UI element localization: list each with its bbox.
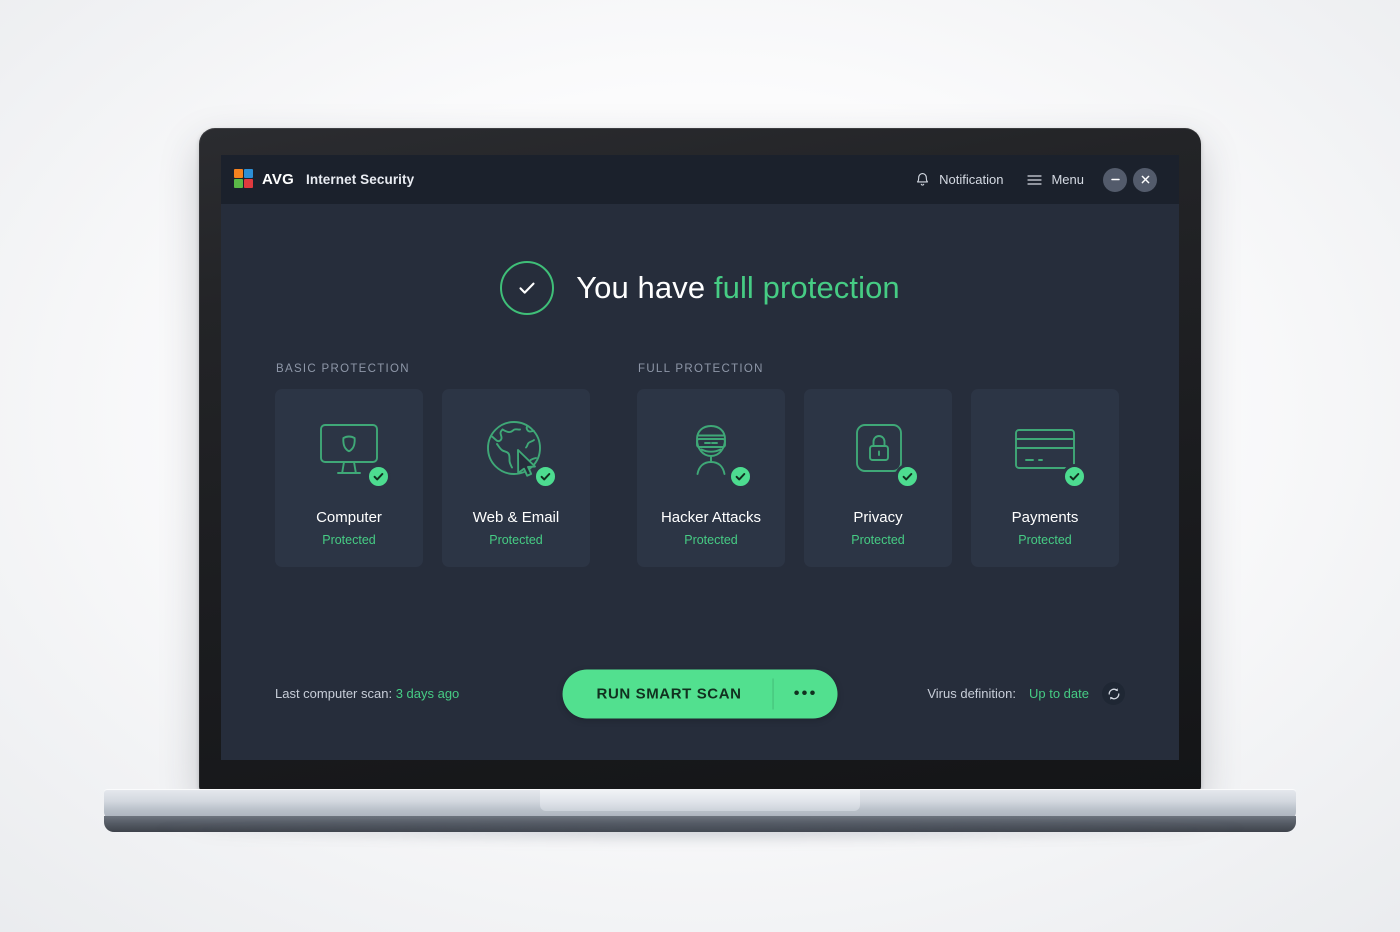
check-icon bbox=[373, 473, 384, 481]
protection-sections: BASIC PROTECTION Computer Protected Web … bbox=[275, 363, 1125, 567]
tile-payments[interactable]: Payments Protected bbox=[971, 389, 1119, 567]
page-title: You have full protection bbox=[576, 270, 900, 306]
last-scan-value: 3 days ago bbox=[395, 686, 460, 701]
protection-status-header: You have full protection bbox=[275, 261, 1125, 315]
protected-badge bbox=[728, 464, 753, 489]
globe-cursor-icon bbox=[477, 415, 558, 489]
refresh-button[interactable] bbox=[1102, 682, 1125, 705]
section-full-protection: FULL PROTECTION Hacker Attacks Protected… bbox=[637, 363, 1119, 567]
minimize-button[interactable] bbox=[1103, 167, 1127, 192]
tile-label: Computer bbox=[316, 509, 382, 526]
tile-privacy[interactable]: Privacy Protected bbox=[804, 389, 952, 567]
tile-label: Hacker Attacks bbox=[660, 509, 762, 526]
main-content: You have full protection BASIC PROTECTIO… bbox=[221, 204, 1179, 760]
checkmark-icon bbox=[519, 282, 535, 294]
product-name: Internet Security bbox=[306, 172, 415, 187]
padlock-square-icon bbox=[839, 415, 920, 489]
tile-row-basic: Computer Protected Web & Email Protected bbox=[275, 389, 590, 567]
laptop-shadow bbox=[150, 826, 1250, 844]
brand: AVG Internet Security bbox=[234, 169, 415, 189]
scan-more-options-button[interactable]: ••• bbox=[774, 669, 838, 718]
status-title-highlight: full protection bbox=[713, 270, 900, 305]
menu-label: Menu bbox=[1051, 172, 1084, 187]
protected-badge bbox=[1062, 464, 1087, 489]
laptop-base-notch bbox=[540, 789, 860, 811]
tile-label: Payments bbox=[1011, 509, 1079, 526]
menu-button[interactable]: Menu bbox=[1015, 166, 1096, 193]
notification-label: Notification bbox=[939, 172, 1004, 187]
section-label-basic: BASIC PROTECTION bbox=[276, 363, 410, 375]
title-bar: AVG Internet Security Notification Menu bbox=[221, 155, 1179, 204]
virus-definition-info: Virus definition: Up to date bbox=[927, 682, 1125, 705]
tile-label: Web & Email bbox=[472, 509, 560, 526]
brand-name: AVG bbox=[262, 171, 294, 188]
section-label-full: FULL PROTECTION bbox=[638, 363, 764, 375]
refresh-icon bbox=[1108, 687, 1119, 700]
check-icon bbox=[735, 473, 746, 481]
tile-computer[interactable]: Computer Protected bbox=[275, 389, 423, 567]
close-button[interactable] bbox=[1133, 167, 1157, 192]
minimize-icon bbox=[1110, 178, 1120, 181]
tile-status: Protected bbox=[322, 533, 376, 547]
bell-icon bbox=[917, 172, 929, 186]
run-smart-scan-button-group[interactable]: RUN SMART SCAN ••• bbox=[562, 669, 838, 718]
protected-badge bbox=[366, 464, 391, 489]
check-icon bbox=[902, 473, 913, 481]
last-scan-info: Last computer scan: 3 days ago bbox=[275, 686, 459, 701]
status-title-prefix: You have bbox=[576, 270, 714, 305]
laptop-screen: AVG Internet Security Notification Menu … bbox=[221, 155, 1179, 760]
tile-status: Protected bbox=[684, 533, 738, 547]
footer-bar: Last computer scan: 3 days ago RUN SMART… bbox=[275, 669, 1125, 718]
tile-hacker-attacks[interactable]: Hacker Attacks Protected bbox=[637, 389, 785, 567]
tile-status: Protected bbox=[489, 533, 543, 547]
section-basic-protection: BASIC PROTECTION Computer Protected Web … bbox=[275, 363, 590, 567]
notification-button[interactable]: Notification bbox=[903, 166, 1015, 194]
hamburger-menu-icon bbox=[1027, 174, 1043, 185]
avg-application-window: AVG Internet Security Notification Menu … bbox=[221, 155, 1179, 760]
masked-hacker-icon bbox=[672, 415, 753, 489]
last-scan-label: Last computer scan: bbox=[275, 686, 393, 701]
credit-card-icon bbox=[1006, 415, 1087, 489]
virus-definition-label: Virus definition: bbox=[927, 686, 1016, 701]
close-icon bbox=[1141, 175, 1149, 184]
check-icon bbox=[540, 473, 551, 481]
tile-label: Privacy bbox=[853, 509, 903, 526]
check-icon bbox=[1069, 473, 1080, 481]
avg-logo-icon bbox=[234, 169, 253, 188]
run-smart-scan-button[interactable]: RUN SMART SCAN bbox=[563, 669, 773, 718]
check-circle-icon bbox=[500, 261, 555, 315]
laptop-mockup: AVG Internet Security Notification Menu … bbox=[0, 0, 1400, 932]
tile-web-email[interactable]: Web & Email Protected bbox=[442, 389, 590, 567]
title-bar-actions: Notification Menu bbox=[903, 166, 1157, 194]
tile-row-full: Hacker Attacks Protected Privacy Protect… bbox=[637, 389, 1119, 567]
protected-badge bbox=[895, 464, 920, 489]
virus-definition-value: Up to date bbox=[1029, 686, 1089, 701]
tile-status: Protected bbox=[1018, 533, 1072, 547]
tile-status: Protected bbox=[851, 533, 905, 547]
protected-badge bbox=[533, 464, 558, 489]
computer-monitor-shield-icon bbox=[310, 415, 391, 489]
